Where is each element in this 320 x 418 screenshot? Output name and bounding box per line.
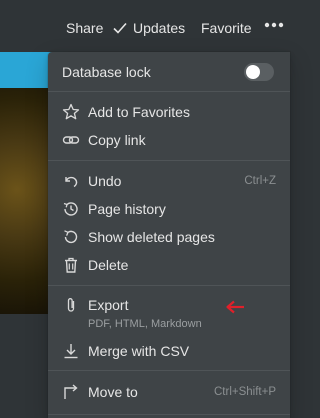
move-to-label: Move to	[88, 384, 138, 400]
paperclip-icon	[62, 296, 80, 314]
move-to-shortcut: Ctrl+Shift+P	[214, 386, 276, 398]
page-options-menu: Database lock Add to Favorites Copy link	[48, 52, 290, 418]
show-deleted-pages-item[interactable]: Show deleted pages	[48, 223, 290, 251]
import-icon	[62, 342, 80, 360]
copy-link-label: Copy link	[88, 132, 146, 148]
restore-icon	[62, 228, 80, 246]
divider	[48, 285, 290, 286]
undo-label: Undo	[88, 173, 122, 189]
add-to-favorites-item[interactable]: Add to Favorites	[48, 98, 290, 126]
divider	[48, 160, 290, 161]
page-history-item[interactable]: Page history	[48, 195, 290, 223]
merge-with-csv-item[interactable]: Merge with CSV	[48, 337, 290, 365]
divider	[48, 370, 290, 371]
topbar: Share Updates Favorite	[0, 0, 290, 50]
divider	[48, 414, 290, 415]
delete-item[interactable]: Delete	[48, 251, 290, 279]
merge-with-csv-label: Merge with CSV	[88, 343, 190, 359]
undo-item[interactable]: Undo Ctrl+Z	[48, 167, 290, 195]
copy-link-item[interactable]: Copy link	[48, 126, 290, 154]
add-to-favorites-label: Add to Favorites	[88, 104, 190, 120]
page-history-label: Page history	[88, 201, 166, 217]
more-horizontal-icon	[264, 22, 284, 28]
red-arrow-icon	[226, 300, 244, 314]
delete-label: Delete	[88, 257, 129, 273]
move-to-icon	[62, 383, 80, 401]
database-lock-toggle[interactable]	[244, 63, 274, 81]
history-icon	[62, 200, 80, 218]
updates-label: Updates	[133, 20, 186, 36]
favorite-label: Favorite	[201, 20, 252, 36]
undo-shortcut: Ctrl+Z	[244, 175, 276, 187]
link-icon	[62, 131, 80, 149]
undo-icon	[62, 172, 80, 190]
favorite-button[interactable]: Favorite	[201, 20, 252, 36]
toggle-knob	[246, 65, 260, 79]
star-icon	[62, 103, 80, 121]
updates-button[interactable]: Updates	[113, 20, 185, 36]
checkmark-icon	[113, 22, 127, 34]
share-button[interactable]: Share	[66, 20, 103, 36]
database-lock-row[interactable]: Database lock	[48, 58, 290, 86]
more-button[interactable]	[264, 22, 290, 28]
show-deleted-pages-label: Show deleted pages	[88, 229, 215, 245]
divider	[48, 91, 290, 92]
share-label: Share	[66, 20, 104, 36]
export-item[interactable]: Export	[48, 291, 290, 319]
trash-icon	[62, 256, 80, 274]
move-to-item[interactable]: Move to Ctrl+Shift+P	[48, 378, 290, 406]
export-label: Export	[88, 297, 129, 313]
database-lock-label: Database lock	[62, 64, 151, 80]
export-description: PDF, HTML, Markdown	[88, 318, 202, 330]
